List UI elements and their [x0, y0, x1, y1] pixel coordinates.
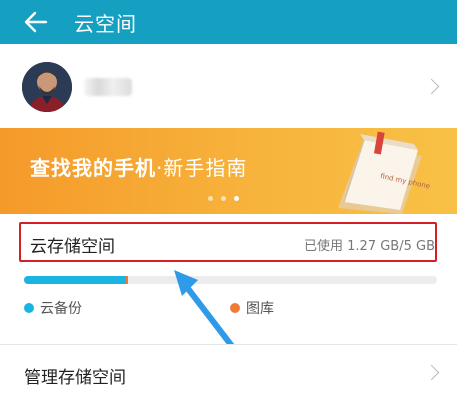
legend-backup: 云备份	[24, 298, 82, 318]
legend-label: 云备份	[40, 301, 82, 317]
backup-usage-segment	[24, 276, 127, 284]
legend-swatch	[24, 303, 34, 313]
back-arrow-icon[interactable]	[14, 0, 58, 44]
carousel-dot-active[interactable]	[234, 196, 239, 201]
carousel-dot[interactable]	[221, 196, 226, 201]
carousel-dots	[208, 196, 239, 201]
banner-title: 查找我的手机	[30, 156, 156, 180]
banner-subtitle: 新手指南	[163, 156, 248, 180]
manage-storage-row[interactable]: 管理存储空间	[0, 344, 457, 403]
carousel-dot[interactable]	[208, 196, 213, 201]
legend-label: 图库	[246, 301, 274, 317]
username-blurred	[84, 78, 132, 96]
manage-storage-label: 管理存储空间	[24, 368, 126, 388]
guide-banner[interactable]: 查找我的手机·新手指南 find my phone	[0, 128, 457, 214]
storage-usage: 已使用 1.27 GB/5 GB	[304, 239, 435, 254]
gallery-usage-segment	[126, 276, 129, 284]
chevron-right-icon	[423, 78, 440, 95]
storage-label: 云存储空间	[30, 237, 115, 257]
avatar[interactable]	[22, 62, 72, 112]
page-title: 云空间	[74, 11, 137, 36]
app-bar: 云空间	[0, 0, 457, 44]
notebook-illustration: find my phone	[338, 131, 431, 214]
account-row[interactable]	[0, 44, 457, 129]
chevron-right-icon	[423, 364, 440, 381]
banner-text: 查找我的手机·新手指南	[30, 152, 247, 181]
